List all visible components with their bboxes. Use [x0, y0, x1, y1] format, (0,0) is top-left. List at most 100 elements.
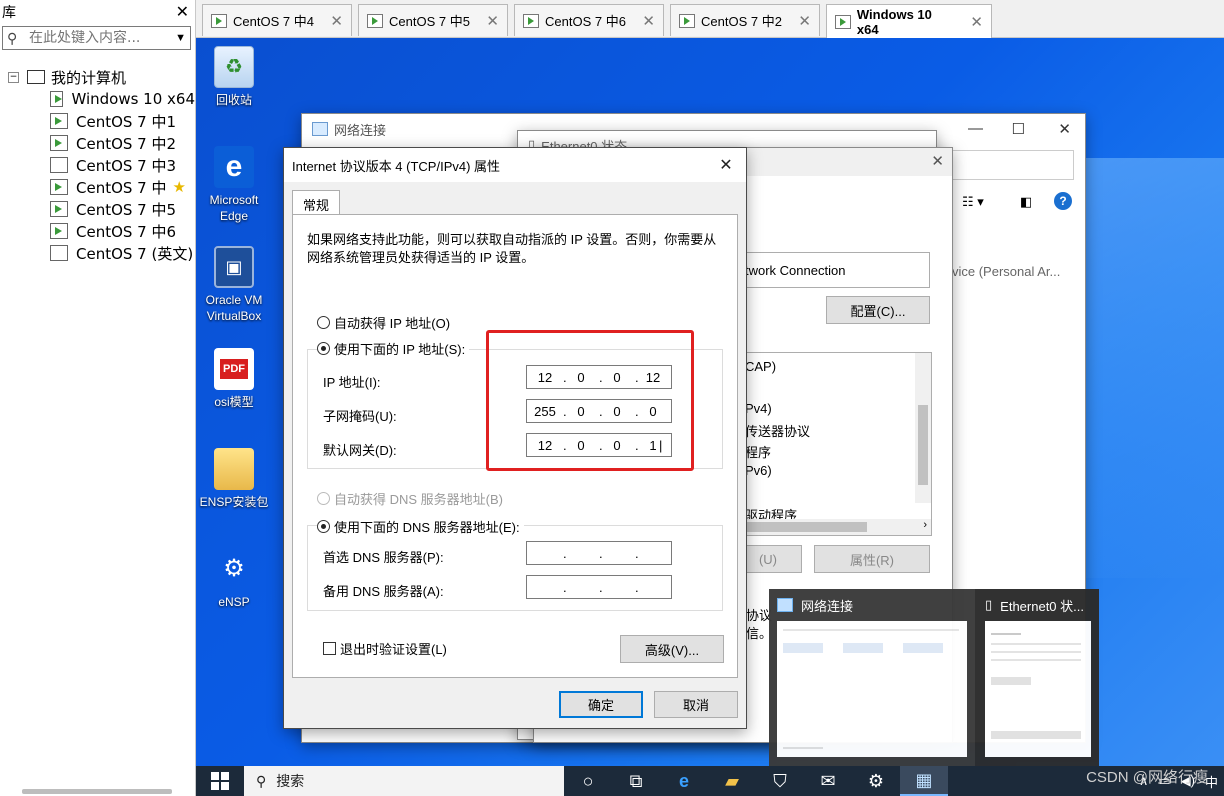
tree-item-vm[interactable]: CentOS 7 (英文): [0, 242, 195, 264]
tab-vm[interactable]: CentOS 7 中6 ✕: [514, 4, 664, 36]
store-icon[interactable]: ⛉: [756, 766, 804, 796]
close-icon[interactable]: ✕: [956, 13, 983, 31]
adapter-description: vice (Personal Ar...: [952, 264, 1061, 279]
task-view-icon[interactable]: ○: [564, 766, 612, 796]
component-item[interactable]: 传送器协议: [745, 421, 810, 440]
horizontal-scrollbar[interactable]: ›: [735, 519, 931, 535]
desktop-icon-edge[interactable]: e Microsoft Edge: [196, 146, 272, 224]
library-pane: 库 ✕ ⚲ ▼ − 我的计算机 Windows 10 x64 CentOS 7 …: [0, 0, 196, 796]
search-box[interactable]: [952, 150, 1074, 180]
virtualbox-icon: ▣: [214, 246, 254, 288]
thumbnail-ethernet-status[interactable]: ▯ Ethernet0 状...: [977, 589, 1099, 766]
start-button[interactable]: [196, 766, 244, 796]
thumbnail-network-connections[interactable]: 网络连接: [769, 589, 975, 766]
subnet-mask-field[interactable]: 255. 0. 0. 0: [526, 399, 672, 423]
ip-address-field[interactable]: 12. 0. 0. 12: [526, 365, 672, 389]
close-icon[interactable]: ✕: [176, 2, 189, 22]
tree-item-vm[interactable]: CentOS 7 中1: [0, 110, 195, 132]
tab-vm-active[interactable]: Windows 10 x64 ✕: [826, 4, 992, 38]
configure-button[interactable]: 配置(C)...: [826, 296, 930, 324]
scrollbar-thumb[interactable]: [918, 405, 928, 485]
desktop-icon-pdf[interactable]: PDF osi模型: [196, 348, 272, 410]
desktop-icon-recycle-bin[interactable]: ♻ 回收站: [196, 46, 272, 108]
tree-item-vm[interactable]: Windows 10 x64: [0, 88, 195, 110]
search-icon: ⚲: [256, 772, 267, 789]
scrollbar-thumb[interactable]: [737, 522, 867, 532]
close-icon[interactable]: ✕: [628, 12, 655, 30]
vertical-scrollbar[interactable]: [915, 353, 931, 503]
tree-item-vm[interactable]: CentOS 7 中5: [0, 198, 195, 220]
ensp-icon: ⚙: [223, 555, 245, 582]
preview-pane-icon[interactable]: ◧: [1020, 194, 1032, 210]
library-search[interactable]: ⚲ ▼: [2, 26, 191, 50]
close-icon[interactable]: ✕: [316, 12, 343, 30]
tree-item-vm[interactable]: CentOS 7 中6: [0, 220, 195, 242]
view-options-icon[interactable]: ☷ ▾: [962, 194, 984, 210]
taskbar-search[interactable]: ⚲ 搜索: [244, 766, 564, 796]
tree-root-label: 我的计算机: [51, 68, 127, 87]
vm-running-icon: [50, 223, 68, 239]
tab-vm[interactable]: CentOS 7 中4 ✕: [202, 4, 352, 36]
search-input[interactable]: [29, 30, 176, 46]
tree-item-vm[interactable]: CentOS 7 中 ★: [0, 176, 195, 198]
radio-auto-dns[interactable]: 自动获得 DNS 服务器地址(B): [317, 489, 503, 508]
timeline-icon[interactable]: ⧉: [612, 766, 660, 796]
component-item[interactable]: Pv6): [745, 463, 772, 478]
radio-auto-ip[interactable]: 自动获得 IP 地址(O): [317, 313, 450, 332]
cancel-button[interactable]: 取消: [654, 691, 738, 718]
tree-item-vm[interactable]: CentOS 7 中3: [0, 154, 195, 176]
vm-running-icon: [367, 13, 383, 28]
help-icon[interactable]: ?: [1054, 192, 1072, 210]
close-icon[interactable]: ✕: [1058, 120, 1071, 138]
watermark: CSDN @网络行瘦: [1086, 769, 1208, 786]
ipv4-properties-dialog: Internet 协议版本 4 (TCP/IPv4) 属性 ✕ 常规 如果网络支…: [283, 147, 747, 729]
ip-address-label: IP 地址(I):: [323, 375, 381, 390]
component-item[interactable]: 程序: [745, 442, 771, 461]
advanced-button[interactable]: 高级(V)...: [620, 635, 724, 663]
ok-button[interactable]: 确定: [559, 691, 643, 718]
component-item[interactable]: CAP): [745, 359, 776, 374]
components-list[interactable]: CAP) Pv4) 传送器协议 程序 Pv6) 驱动程序 ›: [734, 352, 932, 536]
gateway-label: 默认网关(D):: [323, 443, 397, 458]
search-icon: ⚲: [7, 29, 18, 46]
close-icon[interactable]: ✕: [472, 12, 499, 30]
component-item[interactable]: Pv4): [745, 401, 772, 416]
mail-icon[interactable]: ✉: [804, 766, 852, 796]
radio-manual-ip[interactable]: 使用下面的 IP 地址(S):: [317, 339, 470, 358]
tab-vm[interactable]: CentOS 7 中5 ✕: [358, 4, 508, 36]
window-preview: [985, 621, 1091, 757]
tree-item-vm[interactable]: CentOS 7 中2: [0, 132, 195, 154]
desktop-icon-ensp[interactable]: ⚙ eNSP: [196, 548, 272, 610]
maximize-icon[interactable]: ☐: [1012, 120, 1025, 138]
general-panel: 如果网络支持此功能，则可以获取自动指派的 IP 设置。否则，你需要从网络系统管理…: [292, 214, 738, 678]
alternate-dns-field[interactable]: ...: [526, 575, 672, 599]
dialog-title: Internet 协议版本 4 (TCP/IPv4) 属性: [292, 158, 501, 174]
preferred-dns-label: 首选 DNS 服务器(P):: [323, 550, 444, 565]
minimize-icon[interactable]: —: [968, 120, 983, 137]
tree-root[interactable]: − 我的计算机: [0, 66, 195, 88]
tab-vm[interactable]: CentOS 7 中2 ✕: [670, 4, 820, 36]
desktop-icon-virtualbox[interactable]: ▣ Oracle VM VirtualBox: [196, 246, 272, 324]
properties-button[interactable]: 属性(R): [814, 545, 930, 573]
gateway-field[interactable]: 12. 0. 0. 1 |: [526, 433, 672, 457]
chevron-right-icon[interactable]: ›: [923, 519, 927, 531]
edge-icon[interactable]: e: [660, 766, 708, 796]
chevron-down-icon[interactable]: ▼: [175, 32, 186, 44]
vm-tab-bar: CentOS 7 中4 ✕ CentOS 7 中5 ✕ CentOS 7 中6 ✕ C…: [196, 0, 1224, 38]
collapse-icon[interactable]: −: [8, 71, 19, 83]
radio-manual-dns[interactable]: 使用下面的 DNS 服务器地址(E):: [317, 517, 524, 536]
close-icon[interactable]: ✕: [706, 155, 746, 175]
close-icon[interactable]: ✕: [931, 152, 944, 170]
network-connections-taskbar-icon[interactable]: ▦: [900, 766, 948, 796]
validate-on-exit-checkbox[interactable]: 退出时验证设置(L): [323, 639, 447, 658]
window-preview: [777, 621, 967, 757]
file-explorer-icon[interactable]: ▰: [708, 766, 756, 796]
close-icon[interactable]: ✕: [784, 12, 811, 30]
preferred-dns-field[interactable]: ...: [526, 541, 672, 565]
vm-running-icon: [523, 13, 539, 28]
vm-running-icon: [211, 13, 227, 28]
settings-icon[interactable]: ⚙: [852, 766, 900, 796]
taskbar-thumbnails: 网络连接 ▯ Ethernet0 状...: [769, 589, 1099, 766]
desktop-icon-ensp-package[interactable]: ENSP安装包: [196, 448, 272, 510]
horizontal-scrollbar[interactable]: [22, 789, 172, 794]
